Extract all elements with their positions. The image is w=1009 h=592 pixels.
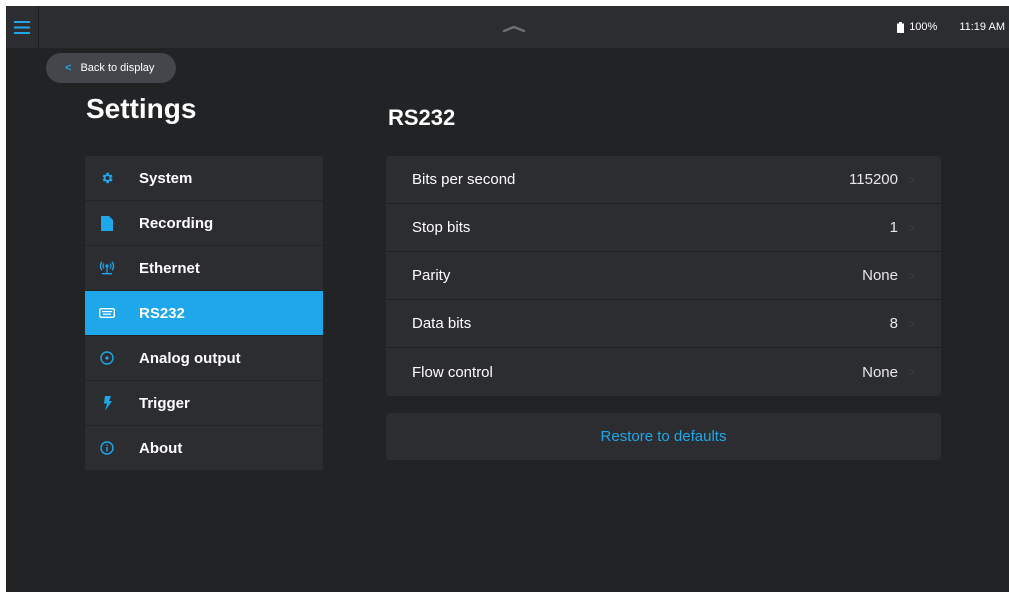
top-bar: 100% 11:19 AM bbox=[6, 6, 1009, 48]
setting-label: Stop bits bbox=[412, 219, 471, 236]
clock: 11:19 AM bbox=[959, 21, 1005, 33]
info-icon bbox=[85, 441, 129, 455]
nav-label-about: About bbox=[139, 439, 183, 457]
screen: 100% 11:19 AM < Back to display Settings… bbox=[6, 6, 1009, 592]
setting-value: 1 bbox=[889, 219, 898, 236]
restore-defaults-button[interactable]: Restore to defaults bbox=[386, 413, 941, 460]
setting-row-flow-control[interactable]: Flow control None > bbox=[386, 348, 941, 396]
nav-item-analog-output[interactable]: Analog output bbox=[85, 336, 323, 380]
nav-label-rs232: RS232 bbox=[139, 304, 185, 322]
setting-value: None bbox=[862, 363, 898, 381]
section-title: RS232 bbox=[388, 105, 456, 130]
battery-icon bbox=[897, 21, 905, 33]
menu-button[interactable] bbox=[6, 6, 38, 48]
chevron-right-icon: > bbox=[907, 172, 915, 187]
page-title: Settings bbox=[86, 93, 197, 124]
nav-label-recording: Recording bbox=[139, 214, 214, 232]
serial-port-icon bbox=[85, 308, 129, 318]
setting-row-data-bits[interactable]: Data bits 8 > bbox=[386, 300, 941, 348]
chevron-right-icon: > bbox=[907, 268, 915, 283]
top-bar-divider bbox=[38, 6, 39, 48]
setting-row-bits-per-second[interactable]: Bits per second 115200 > bbox=[386, 156, 941, 204]
nav-item-recording[interactable]: Recording bbox=[85, 201, 323, 245]
rs232-settings-list: Bits per second 115200 > Stop bits 1 > P… bbox=[386, 156, 941, 396]
nav-item-about[interactable]: About bbox=[85, 426, 323, 470]
gear-icon bbox=[85, 171, 129, 185]
hamburger-icon bbox=[14, 20, 30, 34]
settings-nav: System Recording Ethernet RS232 Analog o… bbox=[85, 156, 323, 471]
nav-label-system: System bbox=[139, 169, 193, 187]
nav-item-trigger[interactable]: Trigger bbox=[85, 381, 323, 425]
setting-row-parity[interactable]: Parity None > bbox=[386, 252, 941, 300]
pull-down-handle[interactable] bbox=[502, 21, 526, 33]
back-to-display-button[interactable]: < Back to display bbox=[46, 53, 176, 83]
chevron-left-icon: < bbox=[65, 62, 72, 74]
setting-label: Parity bbox=[412, 267, 451, 284]
setting-label: Flow control bbox=[412, 363, 493, 381]
nav-item-rs232[interactable]: RS232 bbox=[85, 291, 323, 335]
chevron-right-icon: > bbox=[907, 220, 915, 235]
setting-label: Data bits bbox=[412, 315, 472, 332]
nav-item-ethernet[interactable]: Ethernet bbox=[85, 246, 323, 290]
back-button-label: Back to display bbox=[80, 62, 155, 74]
chevron-right-icon: > bbox=[907, 365, 915, 379]
lightning-icon bbox=[85, 395, 129, 411]
setting-value: 8 bbox=[889, 315, 898, 332]
chevron-up-icon bbox=[502, 25, 526, 33]
battery-indicator: 100% bbox=[897, 21, 937, 33]
circle-dot-icon bbox=[85, 351, 129, 365]
setting-value: 115200 bbox=[849, 171, 898, 188]
chevron-right-icon: > bbox=[907, 316, 915, 331]
nav-label-ethernet: Ethernet bbox=[139, 259, 200, 277]
file-icon bbox=[85, 215, 129, 231]
status-area: 100% 11:19 AM bbox=[897, 6, 1005, 48]
nav-label-trigger: Trigger bbox=[139, 394, 190, 412]
network-icon bbox=[85, 261, 129, 275]
battery-level: 100% bbox=[909, 21, 938, 33]
nav-label-analog-output: Analog output bbox=[139, 349, 241, 367]
setting-row-stop-bits[interactable]: Stop bits 1 > bbox=[386, 204, 941, 252]
setting-label: Bits per second bbox=[412, 171, 516, 188]
setting-value: None bbox=[862, 267, 898, 284]
nav-item-system[interactable]: System bbox=[85, 156, 323, 200]
